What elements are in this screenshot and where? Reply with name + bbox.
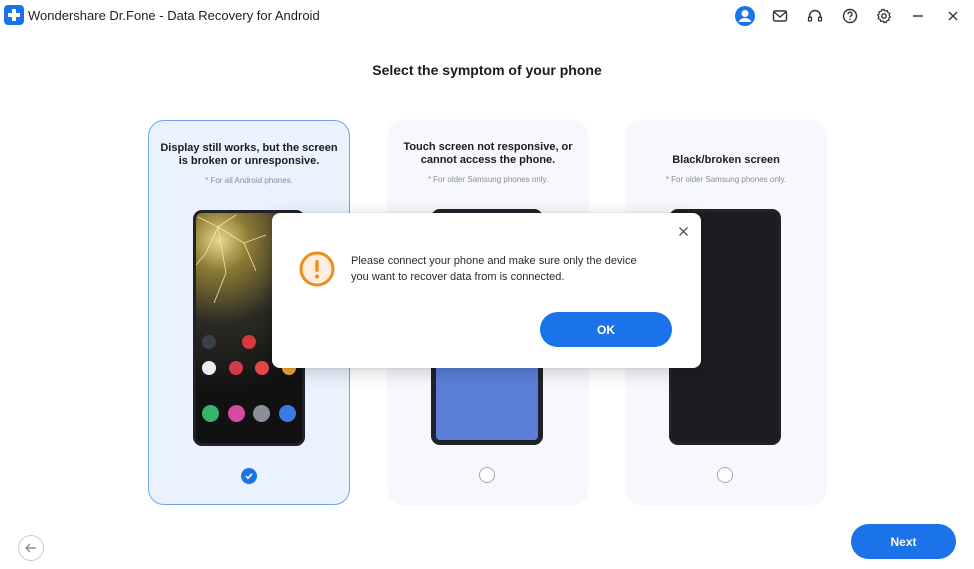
back-arrow-icon: [25, 543, 36, 553]
option-radio-checked[interactable]: [241, 468, 257, 484]
close-icon[interactable]: [942, 5, 964, 27]
app-window: Wondershare Dr.Fone - Data Recovery for …: [0, 0, 974, 569]
title-bar: Wondershare Dr.Fone - Data Recovery for …: [0, 0, 974, 32]
back-button[interactable]: [18, 535, 44, 561]
connect-phone-dialog: Please connect your phone and make sure …: [272, 213, 701, 368]
option-title: Black/broken screen: [672, 154, 780, 166]
option-note: * For older Samsung phones only.: [665, 175, 787, 184]
option-note: * For older Samsung phones only.: [427, 175, 549, 184]
headset-icon[interactable]: [804, 5, 826, 27]
help-icon[interactable]: [839, 5, 861, 27]
warning-icon: [299, 251, 335, 287]
settings-icon[interactable]: [873, 5, 895, 27]
option-title: Touch screen not responsive, or cannot a…: [403, 141, 573, 166]
minimize-icon[interactable]: [907, 5, 929, 27]
dialog-close-icon[interactable]: [675, 223, 691, 239]
mail-icon[interactable]: [769, 5, 791, 27]
option-note: * For all Android phones.: [205, 176, 293, 185]
next-button[interactable]: Next: [851, 524, 956, 559]
option-title: Display still works, but the screen is b…: [160, 142, 338, 167]
app-title: Wondershare Dr.Fone - Data Recovery for …: [28, 8, 320, 23]
dialog-message: Please connect your phone and make sure …: [351, 255, 637, 283]
page-title: Select the symptom of your phone: [372, 62, 602, 78]
account-icon[interactable]: [734, 5, 756, 27]
option-radio[interactable]: [479, 467, 495, 483]
app-logo-icon: [4, 5, 24, 25]
ok-button[interactable]: OK: [540, 312, 672, 347]
option-radio[interactable]: [717, 467, 733, 483]
